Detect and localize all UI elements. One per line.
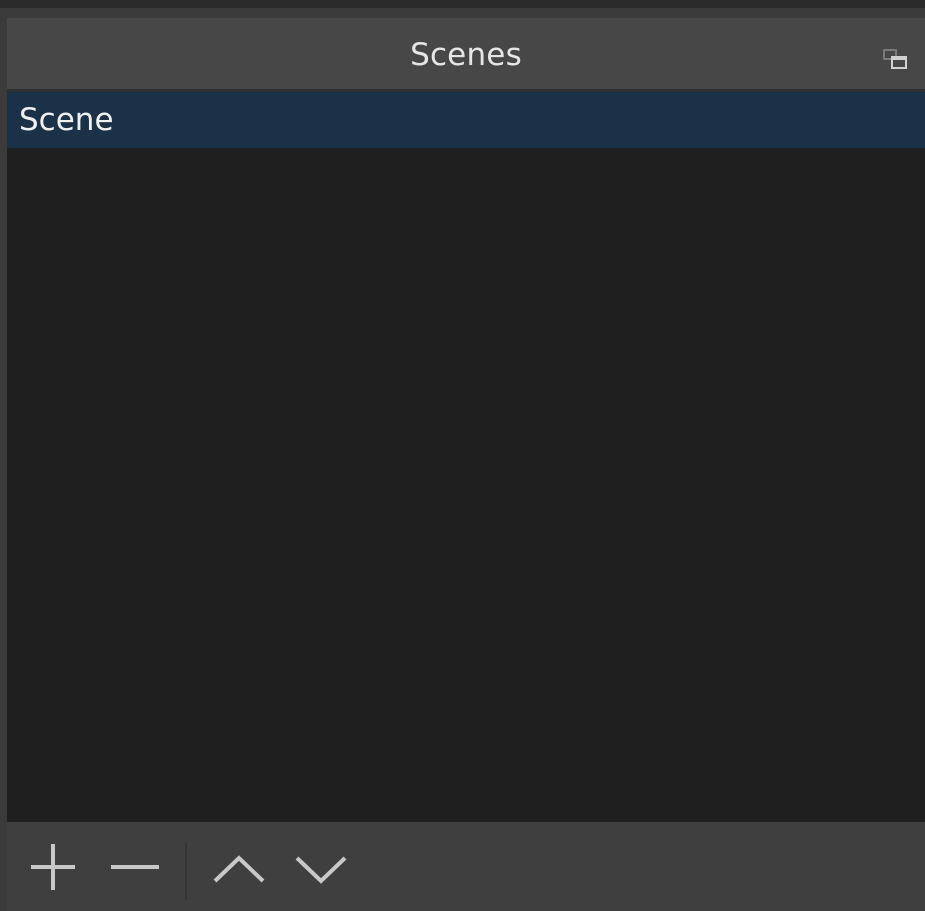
scenes-dock: Scenes Scene — [0, 8, 925, 911]
remove-scene-button[interactable] — [103, 822, 167, 911]
add-scene-button[interactable] — [21, 822, 85, 911]
float-window-icon — [882, 49, 908, 74]
move-scene-down-button[interactable] — [289, 822, 353, 911]
scene-toolbar — [7, 822, 925, 911]
float-dock-button[interactable] — [882, 48, 908, 70]
scene-list-item-selected[interactable]: Scene — [7, 92, 925, 148]
chevron-up-icon — [207, 822, 271, 911]
toolbar-separator — [185, 842, 187, 900]
chevron-down-icon — [289, 822, 353, 911]
scene-list[interactable]: Scene — [7, 92, 925, 822]
plus-icon — [21, 822, 85, 911]
minus-icon — [103, 822, 167, 911]
dock-header: Scenes — [7, 18, 925, 92]
dock-title: Scenes — [410, 37, 522, 73]
move-scene-up-button[interactable] — [207, 822, 271, 911]
